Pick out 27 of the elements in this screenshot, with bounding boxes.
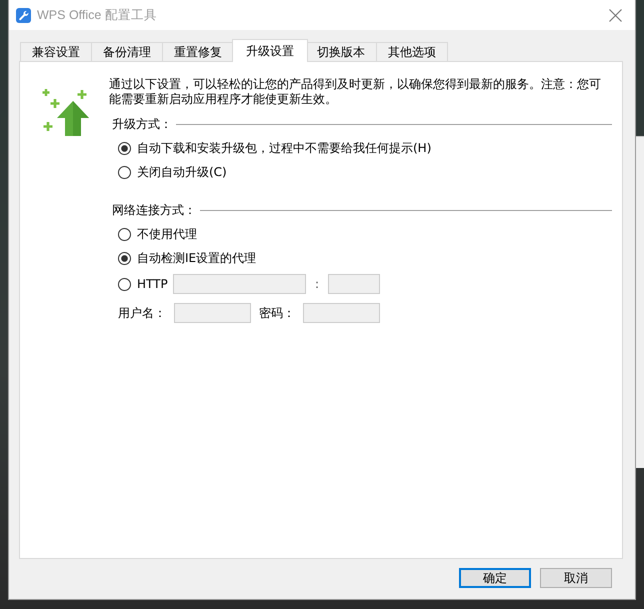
radio-label[interactable]: 自动检测IE设置的代理	[137, 250, 256, 266]
radio-button[interactable]	[118, 228, 131, 240]
field-label: 用户名：	[118, 306, 167, 320]
tab[interactable]: 备份清理	[92, 42, 163, 62]
tab[interactable]: 兼容设置	[20, 42, 92, 62]
radio-label[interactable]: 不使用代理	[137, 226, 197, 242]
section-heading: 升级方式：	[112, 117, 172, 132]
tab[interactable]: 切换版本	[306, 42, 377, 62]
port-separator: :	[314, 276, 320, 292]
radio-label[interactable]: 关闭自动升级(C)	[137, 164, 227, 180]
radio-label[interactable]: 自动下载和安装升级包，过程中不需要给我任何提示(H)	[137, 140, 432, 156]
radio-button[interactable]	[118, 142, 131, 154]
radio-button[interactable]	[118, 166, 131, 178]
close-icon[interactable]	[609, 8, 622, 22]
radio-button[interactable]	[118, 252, 131, 264]
window-title: WPS Office 配置工具	[37, 8, 157, 22]
dialog-button[interactable]: 确定	[459, 568, 531, 588]
section-heading: 网络连接方式：	[112, 203, 196, 218]
tab[interactable]: 其他选项	[377, 42, 448, 62]
tab[interactable]: 升级设置	[232, 39, 308, 62]
wrench-icon	[16, 8, 31, 22]
description-text: 通过以下设置，可以轻松的让您的产品得到及时更新，以确保您得到最新的服务。注意：您可能需要重新启动应用程序才能使更新生效。	[109, 77, 602, 107]
radio-button[interactable]	[118, 278, 131, 290]
up-arrow-icon	[42, 89, 89, 136]
radio-label[interactable]: HTTP	[137, 276, 173, 292]
field-label: 密码：	[259, 306, 296, 320]
dialog-button[interactable]: 取消	[540, 568, 612, 588]
